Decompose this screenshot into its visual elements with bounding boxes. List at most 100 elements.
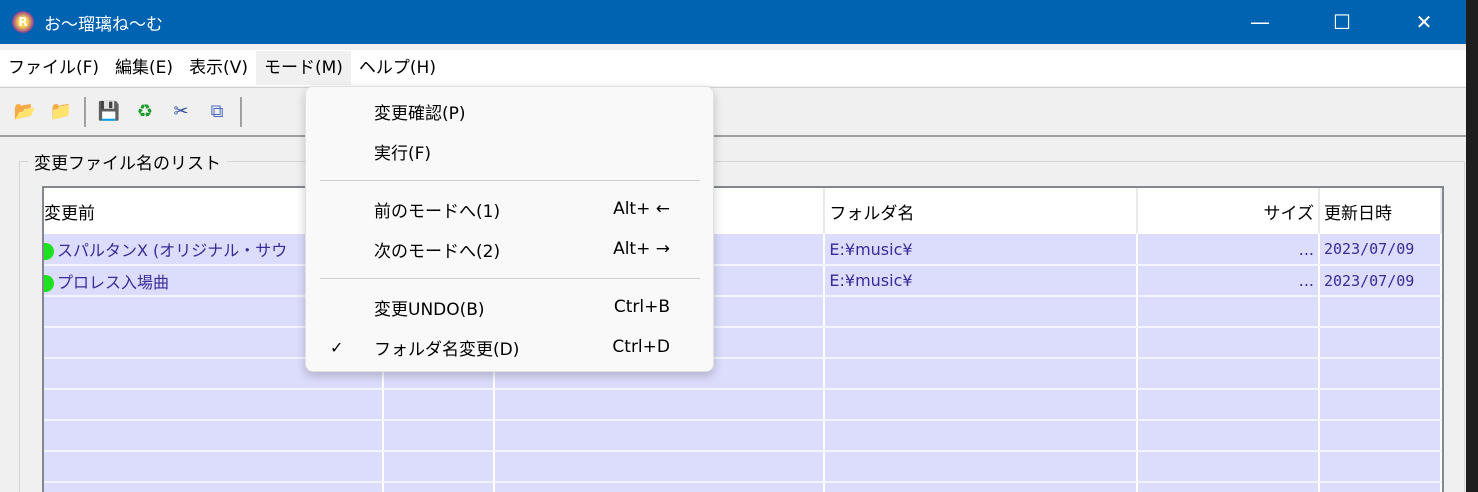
cell — [493, 420, 826, 452]
menu-help[interactable]: ヘルプ(H) — [351, 51, 444, 85]
menu-item-next-mode[interactable]: 次のモードへ(2) Alt+ → — [306, 230, 713, 268]
menu-file[interactable]: ファイル(F) — [0, 51, 107, 85]
table-row[interactable] — [44, 296, 1442, 328]
cell — [1137, 358, 1320, 390]
column-header-folder[interactable]: フォルダ名 — [824, 188, 1139, 234]
cell — [382, 451, 495, 483]
menu-mode[interactable]: モード(M) — [255, 51, 351, 85]
check-icon: ✓ — [330, 337, 344, 357]
menu-item-label: 前のモードへ(1) — [374, 201, 501, 222]
copy-icon[interactable]: ⧉ — [204, 99, 230, 125]
menu-item-shortcut: Alt+ → — [613, 239, 670, 259]
cell — [44, 389, 384, 421]
cell — [824, 358, 1139, 390]
table-row[interactable] — [44, 327, 1442, 359]
cell — [824, 482, 1139, 492]
app-icon: R — [12, 11, 34, 33]
cell — [824, 296, 1139, 328]
close-button[interactable]: ✕ — [1384, 0, 1464, 44]
table-header: 変更前 フォルダ名 サイズ 更新日時 — [44, 188, 1442, 234]
save-icon[interactable]: 💾 — [96, 99, 122, 125]
menu-bar: ファイル(F) 編集(E) 表示(V) モード(M) ヘルプ(H) — [0, 50, 1466, 86]
file-name: スパルタンX (オリジナル・サウ — [57, 241, 288, 260]
menu-item-shortcut: Ctrl+D — [612, 337, 670, 357]
column-header-date[interactable]: 更新日時 — [1319, 188, 1442, 234]
cell — [382, 389, 495, 421]
minimize-button[interactable]: — — [1220, 0, 1300, 44]
cell — [1137, 482, 1320, 492]
cut-icon[interactable]: ✂ — [168, 99, 194, 125]
open-folder-alt-icon[interactable]: 📁 — [48, 99, 74, 125]
file-name: プロレス入場曲 — [57, 272, 170, 292]
menu-separator — [320, 180, 700, 181]
cell — [1319, 327, 1442, 359]
date-cell: 2023/07/09 — [1319, 265, 1442, 297]
table-row[interactable]: スパルタンX (オリジナル・サウ E:¥music¥... 2023/07/09 — [44, 234, 1442, 266]
menu-item-shortcut: Ctrl+B — [613, 297, 670, 317]
cell — [1137, 389, 1320, 421]
menu-edit[interactable]: 編集(E) — [107, 51, 181, 85]
cell — [1319, 420, 1442, 452]
cell — [1319, 389, 1442, 421]
size-cell: ... — [1137, 234, 1320, 266]
cell — [1137, 451, 1320, 483]
cell — [1319, 451, 1442, 483]
menu-item-execute[interactable]: 実行(F) — [306, 132, 713, 170]
menu-item-label: 変更確認(P) — [374, 103, 466, 124]
menu-item-confirm-changes[interactable]: 変更確認(P) — [306, 92, 713, 130]
refresh-icon[interactable]: ♻ — [132, 99, 158, 125]
cell — [1319, 358, 1442, 390]
menu-item-undo[interactable]: 変更UNDO(B) Ctrl+B — [306, 288, 713, 326]
cell — [44, 482, 384, 492]
cell — [493, 451, 826, 483]
cell — [44, 420, 384, 452]
toolbar: 📂 📁 💾 ♻ ✂ ⧉ — [0, 87, 1466, 137]
cell — [1319, 296, 1442, 328]
cell — [824, 451, 1139, 483]
status-icon — [44, 243, 54, 260]
folder-cell: E:¥music¥ — [824, 265, 1139, 297]
table-row[interactable] — [44, 482, 1442, 492]
cell — [382, 482, 495, 492]
open-folder-icon[interactable]: 📂 — [12, 99, 38, 125]
cell — [1137, 327, 1320, 359]
menu-view[interactable]: 表示(V) — [181, 51, 256, 85]
status-icon — [44, 274, 54, 292]
table-row[interactable] — [44, 451, 1442, 483]
cell — [1319, 482, 1442, 492]
cell — [44, 451, 384, 483]
maximize-button[interactable]: ☐ — [1302, 0, 1382, 44]
menu-item-label: 次のモードへ(2) — [374, 241, 501, 262]
mode-dropdown-menu: 変更確認(P) 実行(F) 前のモードへ(1) Alt+ ← 次のモードへ(2) A… — [305, 86, 714, 372]
table-row[interactable] — [44, 358, 1442, 390]
group-label: 変更ファイル名のリスト — [28, 149, 227, 174]
title-bar: R お〜瑠璃ね〜む — ☐ ✕ — [0, 0, 1466, 44]
column-header-size[interactable]: サイズ — [1137, 188, 1320, 234]
menu-item-shortcut: Alt+ ← — [613, 199, 670, 219]
table-row[interactable] — [44, 420, 1442, 452]
app-window: R お〜瑠璃ね〜む — ☐ ✕ ファイル(F) 編集(E) 表示(V) モード(… — [0, 0, 1466, 492]
file-list[interactable]: 変更前 フォルダ名 サイズ 更新日時 スパルタンX (オリジナル・サウ E:¥mu… — [42, 186, 1444, 492]
cell — [493, 389, 826, 421]
cell — [1137, 420, 1320, 452]
cell — [824, 327, 1139, 359]
toolbar-separator — [84, 96, 86, 127]
menu-item-label: フォルダ名変更(D) — [374, 339, 520, 360]
toolbar-separator — [240, 96, 242, 127]
size-cell: ... — [1137, 265, 1320, 297]
cell — [824, 389, 1139, 421]
folder-cell: E:¥music¥ — [824, 234, 1139, 266]
date-cell: 2023/07/09 — [1319, 234, 1442, 266]
menu-item-prev-mode[interactable]: 前のモードへ(1) Alt+ ← — [306, 190, 713, 228]
menu-item-label: 変更UNDO(B) — [374, 299, 485, 320]
cell — [382, 420, 495, 452]
menu-item-folder-rename[interactable]: ✓ フォルダ名変更(D) Ctrl+D — [306, 328, 713, 366]
table-row[interactable]: プロレス入場曲 E:¥music¥... 2023/07/09 — [44, 265, 1442, 297]
window-title: お〜瑠璃ね〜む — [44, 14, 163, 35]
menu-separator — [320, 278, 700, 279]
cell — [824, 420, 1139, 452]
table-row[interactable] — [44, 389, 1442, 421]
cell — [1137, 296, 1320, 328]
cell — [493, 482, 826, 492]
menu-item-label: 実行(F) — [374, 143, 432, 164]
